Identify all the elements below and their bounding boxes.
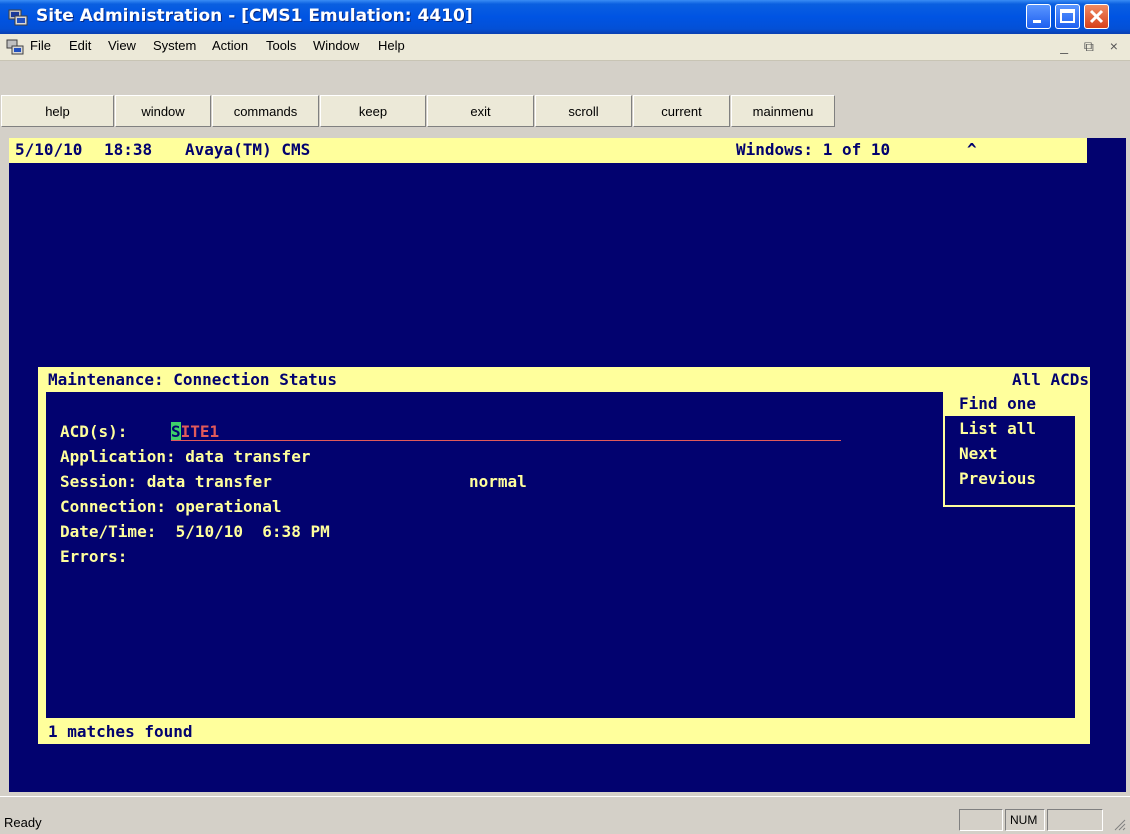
document-system-icon[interactable] <box>6 38 24 56</box>
menu-help[interactable]: Help <box>378 38 405 53</box>
form-area: ACD(s): SITE1 S Application: data transf… <box>46 392 1075 718</box>
resize-grip-icon[interactable] <box>1112 817 1126 831</box>
close-button[interactable] <box>1084 4 1109 29</box>
title-bar[interactable]: Site Administration - [CMS1 Emulation: 4… <box>0 0 1130 34</box>
scope-label: All ACDs <box>1011 370 1089 389</box>
menu-edit[interactable]: Edit <box>69 38 91 53</box>
mainmenu-button[interactable]: mainmenu <box>731 95 835 127</box>
status-text: Ready <box>4 815 42 830</box>
close-icon <box>1089 9 1104 24</box>
status-pane-scroll <box>1047 809 1103 831</box>
action-previous[interactable]: Previous <box>959 469 1036 488</box>
action-find-one-label: Find one <box>959 394 1037 413</box>
commands-button[interactable]: commands <box>212 95 319 127</box>
menu-action[interactable]: Action <box>212 38 248 53</box>
status-pane-num: NUM <box>1005 809 1045 831</box>
menu-view[interactable]: View <box>108 38 136 53</box>
session-mode: normal <box>469 472 527 491</box>
exit-button[interactable]: exit <box>427 95 534 127</box>
maintenance-window: Maintenance: Connection Status All ACDs … <box>38 367 1090 744</box>
current-button[interactable]: current <box>633 95 730 127</box>
menu-tools[interactable]: Tools <box>266 38 296 53</box>
action-list-all[interactable]: List all <box>959 419 1036 438</box>
terminal-date: 5/10/10 <box>15 140 83 159</box>
minimize-button[interactable] <box>1026 4 1051 29</box>
maximize-icon <box>1060 9 1075 23</box>
matches-status: 1 matches found <box>48 722 193 741</box>
terminal-time: 18:38 <box>104 140 153 159</box>
session-field: Session: data transfer <box>60 472 272 491</box>
menu-system[interactable]: System <box>153 38 196 53</box>
connection-field: Connection: operational <box>60 497 282 516</box>
terminal-product: Avaya(TM) CMS <box>185 140 311 159</box>
status-bar: Ready NUM <box>0 796 1130 834</box>
menu-bar: File Edit View System Action Tools Windo… <box>0 34 1130 61</box>
app-icon[interactable] <box>8 7 28 27</box>
datetime-field: Date/Time: 5/10/10 6:38 PM <box>60 522 330 541</box>
acd-label: ACD(s): <box>60 422 128 441</box>
action-find-one[interactable]: Find one <box>945 392 1075 416</box>
maximize-button[interactable] <box>1055 4 1080 29</box>
menu-file[interactable]: File <box>30 38 51 53</box>
windows-count: Windows: 1 of 10 <box>736 140 891 159</box>
scroll-indicator[interactable]: ^ <box>967 140 977 159</box>
action-menu: Find one List all Next Previous <box>943 392 1075 507</box>
status-pane-caps <box>959 809 1003 831</box>
errors-field: Errors: <box>60 547 128 566</box>
window-heading: Maintenance: Connection Status <box>48 370 337 389</box>
application-field: Application: data transfer <box>60 447 311 466</box>
mdi-window-controls[interactable]: _ ⧉ × <box>1060 38 1124 55</box>
scroll-button[interactable]: scroll <box>535 95 632 127</box>
action-next[interactable]: Next <box>959 444 998 463</box>
keep-button[interactable]: keep <box>320 95 426 127</box>
terminal-header-bar: 5/10/10 18:38 Avaya(TM) CMS Windows: 1 o… <box>9 138 1087 163</box>
help-button[interactable]: help <box>1 95 114 127</box>
text-cursor: S <box>171 422 181 441</box>
minimize-icon <box>1033 20 1041 23</box>
terminal-screen[interactable]: 5/10/10 18:38 Avaya(TM) CMS Windows: 1 o… <box>9 138 1126 792</box>
window-button[interactable]: window <box>115 95 211 127</box>
input-underline <box>171 440 841 441</box>
window-title: Site Administration - [CMS1 Emulation: 4… <box>36 6 473 26</box>
menu-window[interactable]: Window <box>313 38 359 53</box>
